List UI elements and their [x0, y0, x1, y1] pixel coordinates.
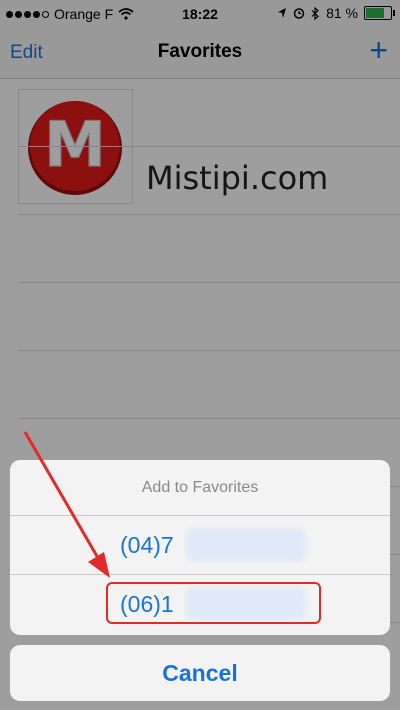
highlight-box — [106, 582, 321, 624]
add-to-favorites-sheet: Add to Favorites (04)7 (06)1 — [10, 460, 390, 635]
phone-option-1[interactable]: (04)7 — [10, 516, 390, 575]
phone-option-2[interactable]: (06)1 — [10, 575, 390, 633]
sheet-title: Add to Favorites — [10, 460, 390, 516]
blurred-digits — [186, 528, 306, 562]
phone-number-label: (04)7 — [120, 532, 174, 558]
cancel-button[interactable]: Cancel — [10, 645, 390, 701]
